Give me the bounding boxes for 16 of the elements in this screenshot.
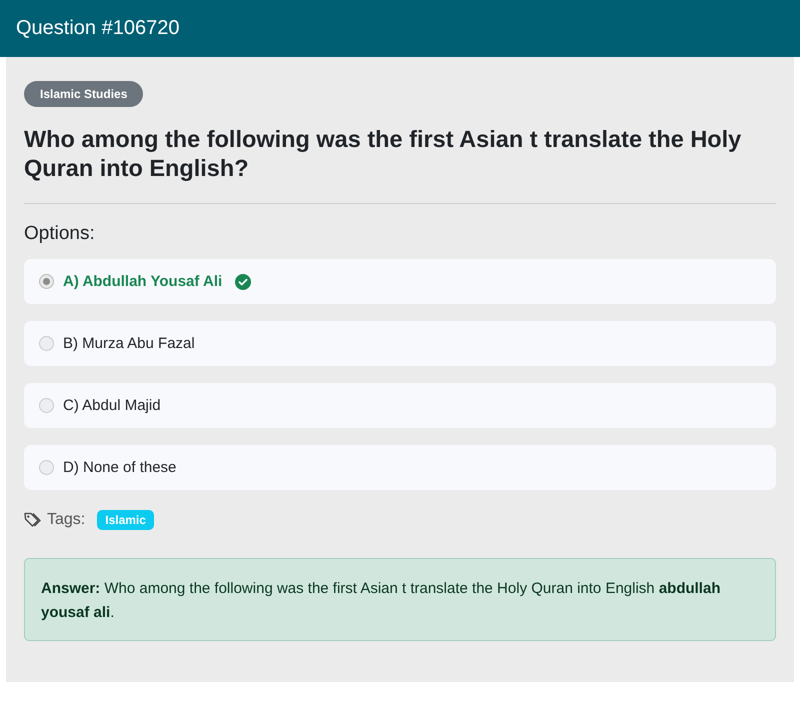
tag-icon <box>24 512 41 528</box>
radio-button[interactable] <box>39 274 54 289</box>
options-heading: Options: <box>24 223 96 245</box>
radio-button[interactable] <box>39 460 54 475</box>
answer-text: Answer: Who among the following was the first Asian t translate the Holy Quran into English abdullah yousaf ali. <box>24 558 776 641</box>
radio-button[interactable] <box>39 336 54 351</box>
option-item[interactable]: A) Abdullah Yousaf Ali <box>24 259 776 304</box>
option-item[interactable]: C) Abdul Majid <box>24 383 776 428</box>
radio-button[interactable] <box>39 398 54 413</box>
option-item[interactable]: D) None of these <box>24 445 776 490</box>
option-item[interactable]: B) Murza Abu Fazal <box>24 321 776 366</box>
question-text: Who among the following was the first Asian t translate the Holy Quran into English? <box>24 125 742 183</box>
page-title: Question #106720 <box>16 17 180 40</box>
tags-label: Tags: <box>47 511 86 529</box>
category-badge[interactable]: Islamic Studies <box>24 81 144 107</box>
check-circle-icon <box>235 274 252 290</box>
